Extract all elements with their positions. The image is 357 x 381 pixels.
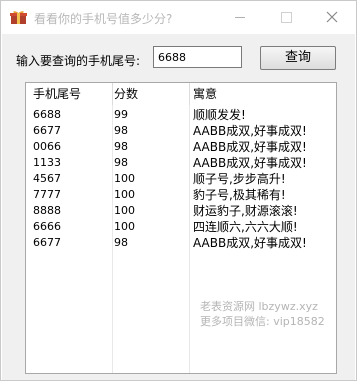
table-row[interactable]: 6677 98 AABB成双,好事成双! — [26, 235, 336, 251]
column-separator[interactable] — [189, 83, 190, 105]
score-cell: 98 — [114, 124, 128, 137]
gift-box-icon — [10, 11, 27, 24]
score-cell: 98 — [114, 140, 128, 153]
phone-cell: 4567 — [33, 172, 61, 185]
watermark-site: 老表资源网 lbzywz.xyz — [200, 300, 318, 313]
app-window: 看看你的手机号值多少分? 输入要查询的手机尾号: 查询 手机尾号 分数 寓意 — [0, 0, 357, 381]
score-cell: 100 — [114, 220, 135, 233]
phone-cell: 6677 — [33, 124, 61, 137]
phone-cell: 6688 — [33, 108, 61, 121]
watermark-contact: 更多项目微信: vip18582 — [200, 315, 325, 328]
meaning-cell: AABB成双,好事成双! — [193, 124, 307, 138]
table-row[interactable]: 8888 100 财运豹子,财源滚滚! — [26, 203, 336, 219]
table-row[interactable]: 6688 99 顺顺发发! — [26, 107, 336, 123]
table-body: 6688 99 顺顺发发! 6677 98 AABB成双,好事成双! 0066 … — [26, 107, 336, 251]
phone-cell: 0066 — [33, 140, 61, 153]
score-cell: 100 — [114, 188, 135, 201]
phone-cell: 8888 — [33, 204, 61, 217]
table-row[interactable]: 4567 100 顺子号,步步高升! — [26, 171, 336, 187]
column-header-meaning[interactable]: 寓意 — [193, 83, 217, 105]
close-icon — [326, 11, 338, 23]
meaning-cell: AABB成双,好事成双! — [193, 140, 307, 154]
score-cell: 98 — [114, 156, 128, 169]
meaning-cell: 顺顺发发! — [193, 108, 246, 122]
phone-cell: 6677 — [33, 236, 61, 249]
table-row[interactable]: 0066 98 AABB成双,好事成双! — [26, 139, 336, 155]
score-cell: 100 — [114, 172, 135, 185]
column-header-score[interactable]: 分数 — [114, 83, 138, 105]
phone-suffix-input[interactable] — [153, 46, 242, 68]
results-list[interactable]: 手机尾号 分数 寓意 6688 99 顺顺发发! 6677 98 AABB成双,… — [25, 82, 337, 374]
meaning-cell: 顺子号,步步高升! — [193, 172, 286, 186]
meaning-cell: 豹子号,极其稀有! — [193, 188, 286, 202]
phone-cell: 6666 — [33, 220, 61, 233]
minimize-icon — [235, 17, 245, 18]
column-separator[interactable] — [112, 83, 113, 105]
phone-suffix-label: 输入要查询的手机尾号: — [16, 54, 141, 68]
meaning-cell: AABB成双,好事成双! — [193, 236, 307, 250]
meaning-cell: 四连顺六,六六大顺! — [193, 220, 298, 234]
meaning-cell: AABB成双,好事成双! — [193, 156, 307, 170]
table-row[interactable]: 7777 100 豹子号,极其稀有! — [26, 187, 336, 203]
score-cell: 99 — [114, 108, 128, 121]
table-row[interactable]: 6666 100 四连顺六,六六大顺! — [26, 219, 336, 235]
maximize-icon — [281, 12, 292, 23]
phone-cell: 7777 — [33, 188, 61, 201]
column-header-phone[interactable]: 手机尾号 — [33, 83, 81, 105]
query-button[interactable]: 查询 — [260, 46, 336, 70]
phone-cell: 1133 — [33, 156, 61, 169]
close-button[interactable] — [309, 1, 355, 34]
meaning-cell: 财运豹子,财源滚滚! — [193, 204, 298, 218]
title-bar[interactable]: 看看你的手机号值多少分? — [1, 1, 356, 34]
minimize-button[interactable] — [217, 1, 263, 34]
window-title: 看看你的手机号值多少分? — [34, 12, 173, 26]
score-cell: 100 — [114, 204, 135, 217]
maximize-button[interactable] — [263, 1, 309, 34]
table-row[interactable]: 1133 98 AABB成双,好事成双! — [26, 155, 336, 171]
score-cell: 98 — [114, 236, 128, 249]
client-area: 输入要查询的手机尾号: 查询 手机尾号 分数 寓意 6688 99 顺顺发发! … — [2, 34, 355, 380]
table-row[interactable]: 6677 98 AABB成双,好事成双! — [26, 123, 336, 139]
